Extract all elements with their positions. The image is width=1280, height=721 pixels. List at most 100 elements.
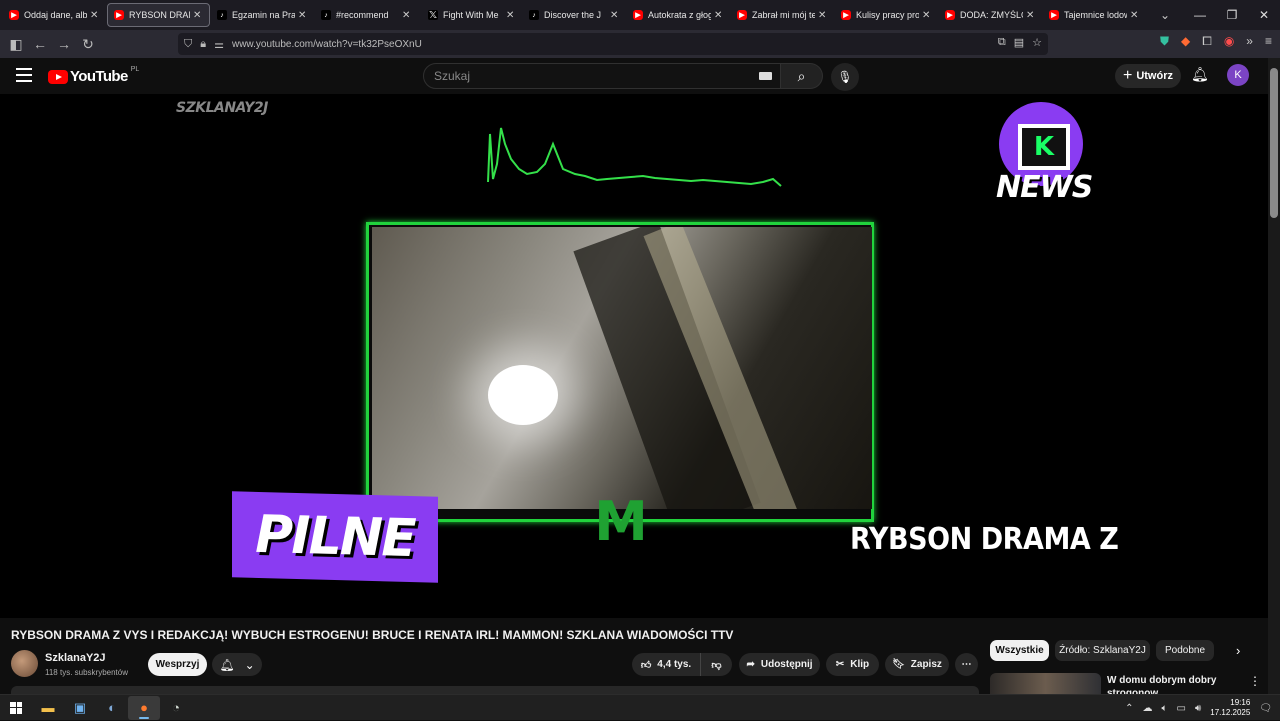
close-tab-icon[interactable]: ✕	[714, 10, 724, 21]
create-button[interactable]: + Utwórz	[1115, 64, 1181, 88]
tracking-shield-icon[interactable]: ⛉	[184, 38, 192, 51]
close-tab-icon[interactable]: ✕	[506, 10, 516, 21]
close-tab-icon[interactable]: ✕	[1026, 10, 1036, 21]
extension-shield-icon[interactable]: ⛊	[1160, 34, 1169, 49]
close-tab-icon[interactable]: ✕	[818, 10, 828, 21]
recommended-video-thumbnail[interactable]	[990, 673, 1101, 694]
browser-tab[interactable]: 𝕏 Fight With Me ✕	[419, 3, 522, 27]
dislike-button[interactable]: 👎︎	[700, 653, 732, 676]
center-logo-letter: M	[594, 490, 648, 553]
search-button[interactable]: ⌕	[781, 63, 823, 89]
browser-tab[interactable]: ♪ Discover the J ✕	[523, 3, 626, 27]
youtube-wordmark: YouTube	[70, 68, 128, 85]
more-vertical-icon[interactable]: ⋮	[1249, 674, 1261, 688]
browser-tab[interactable]: ♪ Egzamin na Prawo j✕	[211, 3, 314, 27]
chevron-right-icon[interactable]: ›	[1236, 643, 1240, 658]
close-tab-icon[interactable]: ✕	[1130, 10, 1140, 21]
x-icon: 𝕏	[428, 9, 438, 21]
share-icon: ➦	[746, 659, 755, 670]
extensions-puzzle-icon[interactable]: ⧠	[1202, 34, 1212, 49]
weather-cloud-icon[interactable]: ☁	[1142, 703, 1152, 714]
windows-start-icon[interactable]	[0, 696, 32, 720]
youtube-header: YouTube PL Szukaj ⌕ 🎙︎ + Utwórz 🔔︎ K	[0, 58, 1268, 94]
browser-tab[interactable]: ▶ Zabrał mi mój tele✕	[731, 3, 834, 27]
extension-fox-icon[interactable]: ◆	[1181, 34, 1190, 49]
reload-icon[interactable]: ↻	[76, 32, 100, 56]
firefox-icon[interactable]: ●	[128, 695, 160, 720]
save-button[interactable]: 🔖︎ Zapisz	[885, 653, 949, 676]
tray-chevron-up-icon[interactable]: ⌃	[1125, 703, 1133, 714]
search-input[interactable]: Szukaj	[423, 63, 781, 89]
overflow-chevrons-icon[interactable]: »	[1246, 34, 1253, 49]
close-window-icon[interactable]: ✕	[1248, 0, 1280, 30]
clock-time: 19:16	[1230, 698, 1251, 707]
description-box[interactable]	[11, 686, 979, 694]
close-tab-icon[interactable]: ✕	[298, 10, 308, 21]
chip-all[interactable]: Wszystkie	[990, 640, 1049, 661]
file-explorer-icon[interactable]: ▬	[32, 696, 64, 720]
browser-tab[interactable]: ▶ Tajemnice lodowca✕	[1043, 3, 1146, 27]
speaker-icon[interactable]: 🔈︎	[1161, 703, 1167, 714]
reader-view-icon[interactable]: ▤	[1014, 36, 1024, 49]
window-controls: — ❐ ✕	[1184, 0, 1280, 30]
close-tab-icon[interactable]: ✕	[193, 10, 203, 21]
clip-button[interactable]: ✂ Klip	[826, 653, 879, 676]
bookmark-icon: 🔖︎	[892, 659, 905, 670]
voice-search-button[interactable]: 🎙︎	[831, 63, 859, 91]
page-scrollbar[interactable]	[1268, 58, 1280, 694]
urgent-badge: PILNE	[232, 491, 438, 583]
menu-icon[interactable]	[16, 68, 32, 82]
chip-source[interactable]: Źródło: SzklanaY2J	[1055, 640, 1150, 661]
channel-avatar[interactable]	[11, 650, 38, 677]
youtube-logo[interactable]: YouTube PL	[48, 66, 139, 85]
more-actions-button[interactable]: ⋯	[955, 653, 978, 676]
steam-icon[interactable]: ◐	[96, 696, 128, 720]
recommended-video-title[interactable]: W domu dobrym dobry strogonow	[1107, 674, 1237, 694]
browser-tab[interactable]: ▶ RYBSON DRAMA Z✕	[107, 3, 210, 27]
subscription-bell-button[interactable]: 🔔︎ ⌄	[212, 653, 262, 676]
browser-tab[interactable]: ♪ #recommend ✕	[315, 3, 418, 27]
tab-list-chevron-icon[interactable]: ⌄	[1160, 8, 1170, 22]
close-tab-icon[interactable]: ✕	[610, 10, 620, 21]
browser-tab-label: Egzamin na Prawo j	[232, 10, 295, 20]
support-button[interactable]: Wesprzyj	[148, 653, 207, 676]
close-tab-icon[interactable]: ✕	[90, 10, 100, 21]
browser-tab[interactable]: ▶ Kulisy pracy prosty✕	[835, 3, 938, 27]
browser-tab[interactable]: ▶ DODA: ZMYŚLONE✕	[939, 3, 1042, 27]
news-channel-logo: K NEWS	[994, 102, 1093, 206]
bookmark-star-icon[interactable]: ☆	[1032, 36, 1042, 49]
account-avatar[interactable]: K	[1227, 64, 1249, 86]
extension-badge-icon[interactable]: ◉	[1224, 34, 1234, 49]
forward-icon[interactable]: →	[52, 32, 76, 56]
url-text[interactable]: www.youtube.com/watch?v=tk32PseOXnU	[232, 39, 422, 50]
back-icon[interactable]: ←	[28, 32, 52, 56]
like-button[interactable]: 👍︎ 4,4 tys.	[632, 653, 700, 676]
youtube-play-icon	[48, 69, 68, 84]
browser-tab-label: RYBSON DRAMA Z	[129, 10, 190, 20]
share-button[interactable]: ➦ Udostępnij	[739, 653, 820, 676]
app-menu-icon[interactable]: ≡	[1265, 34, 1272, 49]
minimize-icon[interactable]: —	[1184, 0, 1216, 30]
volume-icon[interactable]: 🔊︎	[1195, 703, 1201, 714]
notifications-icon[interactable]: 🗨︎	[1259, 703, 1272, 714]
channel-name[interactable]: SzklanaY2J	[45, 652, 106, 664]
network-icon[interactable]: ▭	[1176, 703, 1185, 714]
restore-icon[interactable]: ❐	[1216, 0, 1248, 30]
clock[interactable]: 19:16 17.12.2025	[1210, 698, 1250, 718]
close-tab-icon[interactable]: ✕	[922, 10, 932, 21]
keyboard-icon[interactable]	[759, 72, 772, 80]
desktop-app-icon[interactable]: ▣	[64, 696, 96, 720]
close-tab-icon[interactable]: ✕	[402, 10, 412, 21]
site-permissions-icon[interactable]: ⚌	[214, 38, 224, 51]
sidebar-toggle-icon[interactable]: ◧	[4, 32, 28, 56]
spotify-like-icon[interactable]: ◔	[160, 696, 192, 720]
picture-in-picture-icon[interactable]: ⧉	[998, 36, 1006, 49]
notifications-bell-icon[interactable]: 🔔︎	[1191, 66, 1209, 83]
browser-tab[interactable]: ▶ Autokrata z głogo✕	[627, 3, 730, 27]
lock-icon[interactable]: 🔒︎	[200, 38, 206, 51]
video-player[interactable]: SZKLANAY2J K NEWS M PILNE RYBSON DRAMA Z	[0, 94, 1268, 618]
browser-tab[interactable]: ▶ Oddaj dane, albo zg✕	[3, 3, 106, 27]
chip-similar[interactable]: Podobne	[1156, 640, 1214, 661]
url-bar[interactable]: ⛉ 🔒︎ ⚌ www.youtube.com/watch?v=tk32PseOX…	[178, 33, 1048, 55]
scrollbar-thumb[interactable]	[1270, 68, 1278, 218]
